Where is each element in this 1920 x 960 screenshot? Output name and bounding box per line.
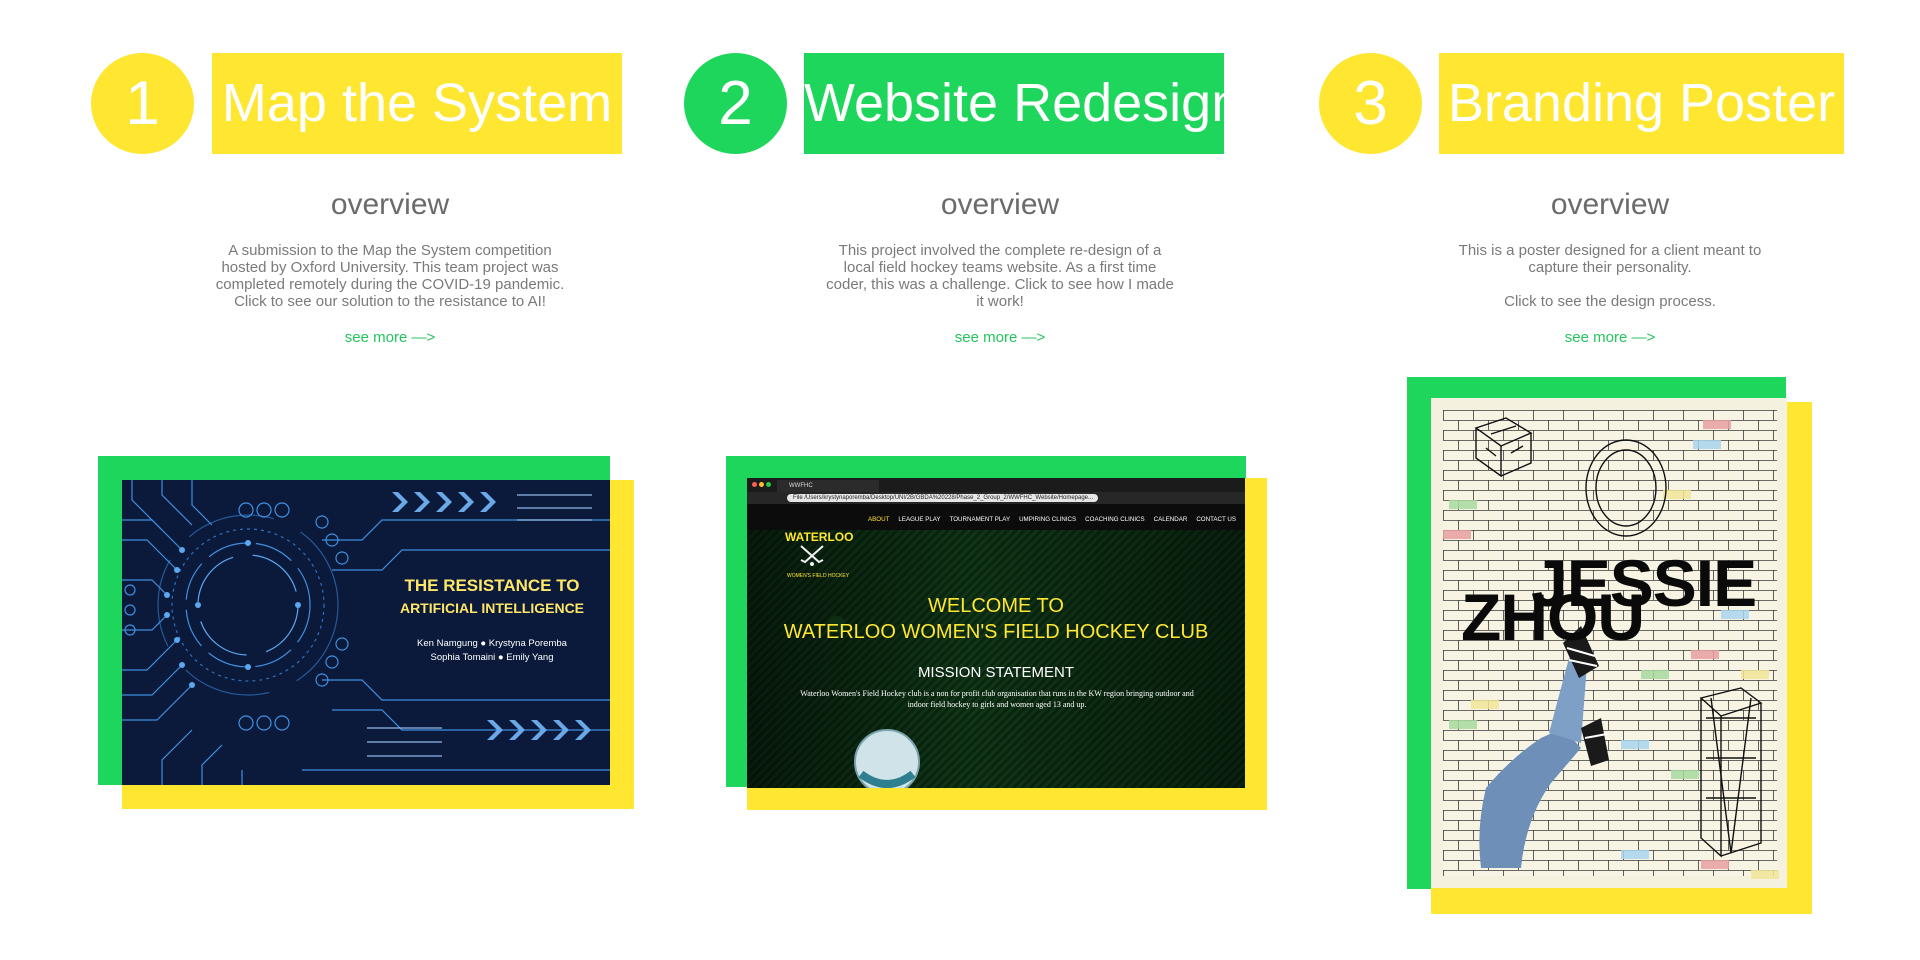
browser-address-bar: File /Users/krystynaporemba/Desktop/UNI/… <box>747 492 1245 504</box>
site-logo: WATERLOO <box>785 530 854 544</box>
browser-tab: WWFHC <box>777 480 879 492</box>
hero-welcome-line1: WELCOME TO <box>928 595 1064 617</box>
slide-title-line2: ARTIFICIAL INTELLIGENCE <box>399 600 585 616</box>
project-description: This project involved the complete re-de… <box>826 242 1174 310</box>
project-description: A submission to the Map the System compe… <box>215 242 565 310</box>
circuit-graphic <box>122 480 610 785</box>
slide-title-line1: THE RESISTANCE TO <box>404 576 580 595</box>
slide-authors-line1: Ken Namgung ● Krystyna Poremba <box>417 638 567 649</box>
project-preview-image[interactable]: THE RESISTANCE TO ARTIFICIAL INTELLIGENC… <box>122 480 610 785</box>
poster-name-last: ZHOU <box>1461 580 1645 654</box>
project-title[interactable]: Website Redesign <box>804 53 1241 154</box>
nav-item: TOURNAMENT PLAY <box>949 516 1011 523</box>
project-number-badge: 1 <box>91 53 194 154</box>
site-nav: ABOUT LEAGUE PLAY TOURNAMENT PLAY UMPIRING … <box>747 508 1245 523</box>
project-preview-image[interactable]: WWFHC File /Users/krystynaporemba/Deskto… <box>747 478 1245 788</box>
project-description-line2: Click to see the design process. <box>1504 293 1716 310</box>
project-title[interactable]: Map the System <box>212 53 622 154</box>
project-card-branding-poster: 3 Branding Poster overview This is a pos… <box>1220 0 1920 960</box>
project-preview-image[interactable]: JESSIE ZHOU <box>1431 398 1787 888</box>
browser-tab-bar: WWFHC <box>747 478 1245 492</box>
mission-heading: MISSION STATEMENT <box>917 664 1075 681</box>
project-description-line1: This is a poster designed for a client m… <box>1458 242 1762 276</box>
hero-welcome-line2: WATERLOO WOMEN'S FIELD HOCKEY CLUB <box>783 621 1209 643</box>
project-description: This is a poster designed for a client m… <box>1450 242 1770 310</box>
nav-item: UMPIRING CLINICS <box>1019 516 1077 523</box>
see-more-link[interactable]: see more —> <box>1220 329 1920 346</box>
hockey-ball-graphic <box>854 729 920 788</box>
site-logo-subtitle: WOMEN'S FIELD HOCKEY <box>787 573 850 579</box>
hockey-sticks-icon <box>800 545 824 566</box>
nav-item: CALENDAR <box>1153 516 1188 523</box>
browser-url: File /Users/krystynaporemba/Desktop/UNI/… <box>787 494 1098 502</box>
hero-turf-image <box>747 530 1245 788</box>
nav-item: COACHING CLINICS <box>1085 516 1145 523</box>
slide-authors-line2: Sophia Tomaini ● Emily Yang <box>430 652 554 663</box>
project-number-badge: 2 <box>684 53 787 154</box>
nav-item: ABOUT <box>868 516 890 523</box>
nav-item: LEAGUE PLAY <box>898 516 941 523</box>
mission-text: Waterloo Women's Field Hockey club is a … <box>800 689 1194 709</box>
project-number-badge: 3 <box>1319 53 1422 154</box>
overview-heading: overview <box>1550 188 1670 221</box>
project-title[interactable]: Branding Poster <box>1439 53 1844 154</box>
